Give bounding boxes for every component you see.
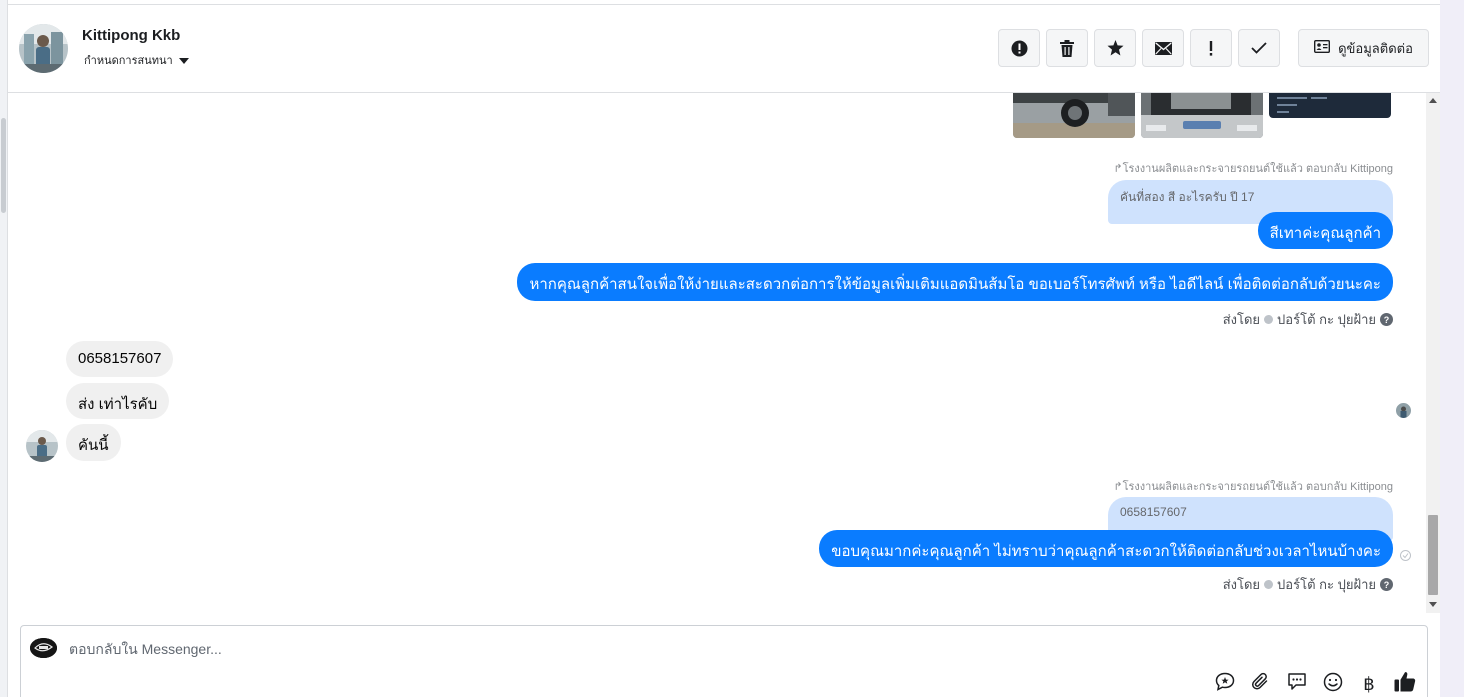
reply-input[interactable] <box>69 638 1169 660</box>
smiley-icon <box>1323 672 1343 697</box>
help-icon[interactable]: ? <box>1380 313 1393 326</box>
view-contact-info-button[interactable]: ดูข้อมูลติดต่อ <box>1298 29 1429 67</box>
inbox-conversation-view: Kittipong Kkb กำหนดการสนทนา ดูข้อมูลติดต… <box>0 0 1464 697</box>
follow-up-button[interactable] <box>1190 29 1232 67</box>
star-icon <box>1107 40 1124 56</box>
contact-avatar-small[interactable] <box>26 430 58 462</box>
paperclip-icon <box>1251 672 1271 697</box>
attachment-image[interactable] <box>1269 93 1391 118</box>
assign-conversation-dropdown[interactable]: กำหนดการสนทนา <box>84 51 189 69</box>
payment-button[interactable]: ฿ <box>1357 672 1381 696</box>
incoming-message[interactable]: ส่ง เท่าไรคับ <box>66 383 170 419</box>
delivered-check-icon <box>1400 550 1411 561</box>
trash-icon <box>1060 39 1074 57</box>
delete-button[interactable] <box>1046 29 1088 67</box>
sender-avatar-icon <box>1264 580 1274 589</box>
outgoing-message[interactable]: หากคุณลูกค้าสนใจเพื่อให้ง่ายและสะดวกต่อก… <box>517 263 1393 301</box>
saved-reply-button[interactable] <box>1213 672 1237 696</box>
sender-avatar-icon <box>1264 315 1274 324</box>
contact-info-label: ดูข้อมูลติดต่อ <box>1338 40 1413 56</box>
incoming-message[interactable]: คันนี้ <box>66 424 121 461</box>
sent-by-line: ส่งโดย ปอร์โต้ กะ ปุยฝ้าย ? <box>1223 309 1393 330</box>
caret-down-icon <box>178 57 189 64</box>
thumbs-up-icon <box>1394 671 1416 697</box>
chat-bubble-icon <box>1287 672 1307 696</box>
checkmark-icon <box>1251 42 1267 54</box>
scroll-up-icon[interactable] <box>1429 98 1437 103</box>
baht-icon: ฿ <box>1363 673 1375 695</box>
message-thread: ↱โรงงานผลิตและกระจายรถยนต์ใช้แล้ว ตอบกลั… <box>8 93 1426 613</box>
attachment-image[interactable] <box>1013 93 1135 138</box>
right-side-panel <box>1440 0 1464 697</box>
mark-unread-button[interactable] <box>1142 29 1184 67</box>
thread-scrollbar[interactable] <box>1426 93 1440 613</box>
outgoing-message[interactable]: สีเทาค่ะคุณลูกค้า <box>1257 212 1393 249</box>
message-composer: ฿ <box>20 625 1428 697</box>
star-button[interactable] <box>1094 29 1136 67</box>
mark-done-button[interactable] <box>1238 29 1280 67</box>
scroll-down-icon[interactable] <box>1429 602 1437 607</box>
exclamation-icon <box>1209 40 1213 56</box>
attachment-image[interactable] <box>1141 93 1263 138</box>
quick-replies-button[interactable] <box>1285 672 1309 696</box>
incoming-message[interactable]: 0658157607 <box>66 341 174 377</box>
chat-star-icon <box>1215 672 1235 696</box>
reply-context-label: ↱โรงงานผลิตและกระจายรถยนต์ใช้แล้ว ตอบกลั… <box>1113 163 1393 175</box>
page-avatar <box>30 638 57 658</box>
contact-card-icon <box>1314 39 1331 56</box>
help-icon[interactable]: ? <box>1380 578 1393 591</box>
left-scroll-rail <box>0 0 8 697</box>
reply-arrow-icon: ↱ <box>1113 481 1123 493</box>
envelope-icon <box>1154 41 1172 55</box>
outgoing-message[interactable]: ขอบคุณมากค่ะคุณลูกค้า ไม่ทราบว่าคุณลูกค้… <box>819 530 1393 567</box>
send-like-button[interactable] <box>1393 672 1417 696</box>
mark-spam-button[interactable] <box>998 29 1040 67</box>
contact-avatar[interactable] <box>19 24 68 73</box>
assign-label: กำหนดการสนทนา <box>84 55 173 67</box>
reply-context-label: ↱โรงงานผลิตและกระจายรถยนต์ใช้แล้ว ตอบกลั… <box>1113 481 1393 493</box>
alert-icon <box>1011 40 1028 57</box>
seen-avatar <box>1396 403 1411 418</box>
reply-arrow-icon: ↱ <box>1113 163 1123 175</box>
attach-file-button[interactable] <box>1249 672 1273 696</box>
contact-name[interactable]: Kittipong Kkb <box>82 27 180 44</box>
emoji-button[interactable] <box>1321 672 1345 696</box>
conversation-header: Kittipong Kkb กำหนดการสนทนา ดูข้อมูลติดต… <box>8 4 1440 93</box>
left-scroll-thumb[interactable] <box>1 118 6 213</box>
sent-by-line: ส่งโดย ปอร์โต้ กะ ปุยฝ้าย ? <box>1223 574 1393 595</box>
scroll-thumb[interactable] <box>1428 515 1438 595</box>
